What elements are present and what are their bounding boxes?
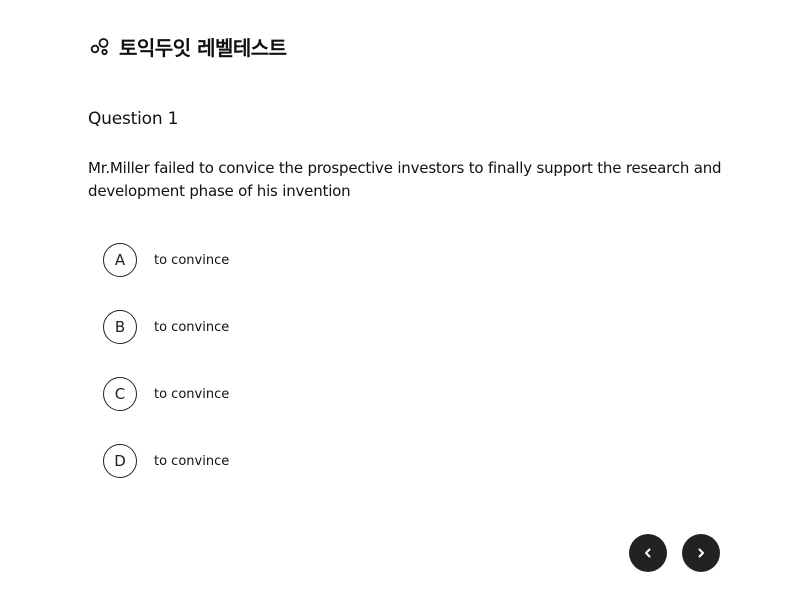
question-text: Mr.Miller failed to convice the prospect…	[88, 159, 722, 200]
chevron-left-icon	[642, 547, 654, 559]
option-d-text: to convince	[154, 453, 230, 469]
answer-options: A to convince B to convince C to convinc…	[103, 242, 229, 510]
option-c-letter[interactable]: C	[103, 377, 137, 411]
next-button[interactable]	[682, 534, 720, 572]
option-c-text: to convince	[154, 386, 230, 402]
chevron-right-icon	[695, 547, 707, 559]
molecule-icon	[89, 35, 111, 57]
app-title: 토익두잇 레벨테스트	[119, 35, 287, 60]
option-a-text: to convince	[154, 252, 230, 268]
level-test-page: 토익두잇 레벨테스트 Question 1 Mr.Miller failed t…	[0, 0, 790, 604]
option-d[interactable]: D to convince	[103, 443, 229, 479]
previous-button[interactable]	[629, 534, 667, 572]
question-number: Question 1	[88, 109, 179, 129]
header: 토익두잇 레벨테스트	[89, 30, 287, 62]
option-c[interactable]: C to convince	[103, 376, 229, 412]
option-b-text: to convince	[154, 319, 230, 335]
option-d-letter[interactable]: D	[103, 444, 137, 478]
option-b-letter[interactable]: B	[103, 310, 137, 344]
option-b[interactable]: B to convince	[103, 309, 229, 345]
option-a-letter[interactable]: A	[103, 243, 137, 277]
option-a[interactable]: A to convince	[103, 242, 229, 278]
